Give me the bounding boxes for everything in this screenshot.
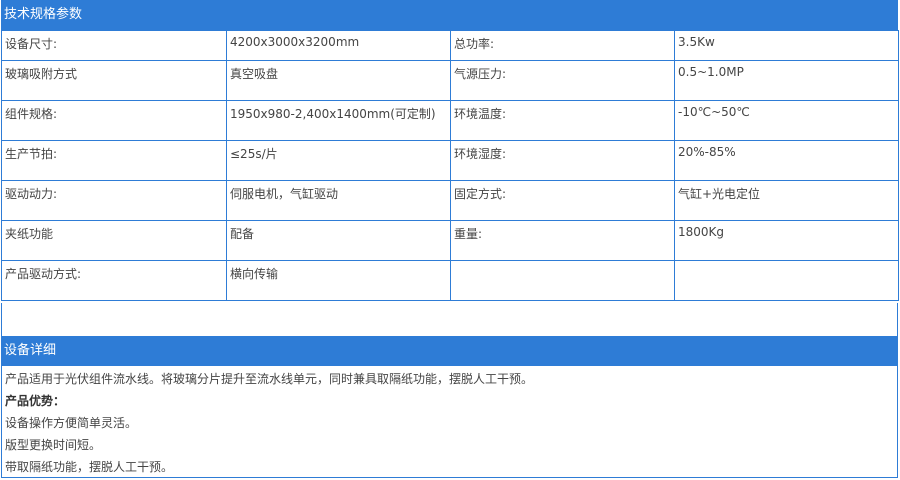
- spec-label: 玻璃吸附方式: [1, 60, 227, 101]
- spec-value: 0.5~1.0MP: [674, 60, 899, 101]
- detail-intro: 产品适用于光伏组件流水线。将玻璃分片提升至流水线单元，同时兼具取隔纸功能，摆脱人…: [5, 372, 534, 386]
- spec-label: 产品驱动方式:: [1, 260, 227, 301]
- detail-content: 产品适用于光伏组件流水线。将玻璃分片提升至流水线单元，同时兼具取隔纸功能，摆脱人…: [1, 366, 898, 478]
- spec-value: ≤25s/片: [226, 140, 451, 181]
- spec-value: 20%-85%: [674, 140, 899, 181]
- spec-label: 夹纸功能: [1, 220, 227, 261]
- spec-label: 气源压力:: [450, 60, 675, 101]
- spec-value: 伺服电机，气缸驱动: [226, 180, 451, 221]
- table-row: 夹纸功能 配备 重量: 1800Kg: [1, 220, 899, 261]
- spec-value: 配备: [226, 220, 451, 261]
- spec-value: 1800Kg: [674, 220, 899, 261]
- advantage-item: 带取隔纸功能，摆脱人工干预。: [5, 460, 174, 474]
- spec-value: 横向传输: [226, 260, 451, 301]
- spec-value: 3.5Kw: [674, 30, 899, 61]
- spec-label: 驱动动力:: [1, 180, 227, 221]
- section-spacer: [1, 303, 898, 336]
- spec-value: [674, 260, 899, 301]
- table-row: 产品驱动方式: 横向传输: [1, 260, 899, 301]
- spec-value: -10℃~50℃: [674, 100, 899, 141]
- spec-label: 重量:: [450, 220, 675, 261]
- spec-label: 设备尺寸:: [1, 30, 227, 61]
- spec-label: 固定方式:: [450, 180, 675, 221]
- spec-label: 生产节拍:: [1, 140, 227, 181]
- spec-value: 真空吸盘: [226, 60, 451, 101]
- table-row: 驱动动力: 伺服电机，气缸驱动 固定方式: 气缸+光电定位: [1, 180, 899, 221]
- table-row: 设备尺寸: 4200x3000x3200mm 总功率: 3.5Kw: [1, 30, 899, 61]
- specs-section-header: 技术规格参数: [1, 0, 898, 30]
- advantages-heading: 产品优势：: [5, 394, 66, 408]
- spec-label: 环境湿度:: [450, 140, 675, 181]
- spec-value: 气缸+光电定位: [674, 180, 899, 221]
- advantage-item: 版型更换时间短。: [5, 438, 102, 452]
- table-row: 玻璃吸附方式 真空吸盘 气源压力: 0.5~1.0MP: [1, 60, 899, 101]
- spec-label: 组件规格:: [1, 100, 227, 141]
- spec-label: 环境温度:: [450, 100, 675, 141]
- spec-value: 4200x3000x3200mm: [226, 30, 451, 61]
- table-row: 组件规格: 1950x980-2,400x1400mm(可定制) 环境温度: -…: [1, 100, 899, 141]
- spec-label: 总功率:: [450, 30, 675, 61]
- specs-table: 设备尺寸: 4200x3000x3200mm 总功率: 3.5Kw 玻璃吸附方式…: [1, 30, 899, 301]
- detail-section-header: 设备详细: [1, 336, 898, 366]
- advantage-item: 设备操作方便简单灵活。: [5, 416, 138, 430]
- spec-value: 1950x980-2,400x1400mm(可定制): [226, 100, 451, 141]
- table-row: 生产节拍: ≤25s/片 环境湿度: 20%-85%: [1, 140, 899, 181]
- spec-label: [450, 260, 675, 301]
